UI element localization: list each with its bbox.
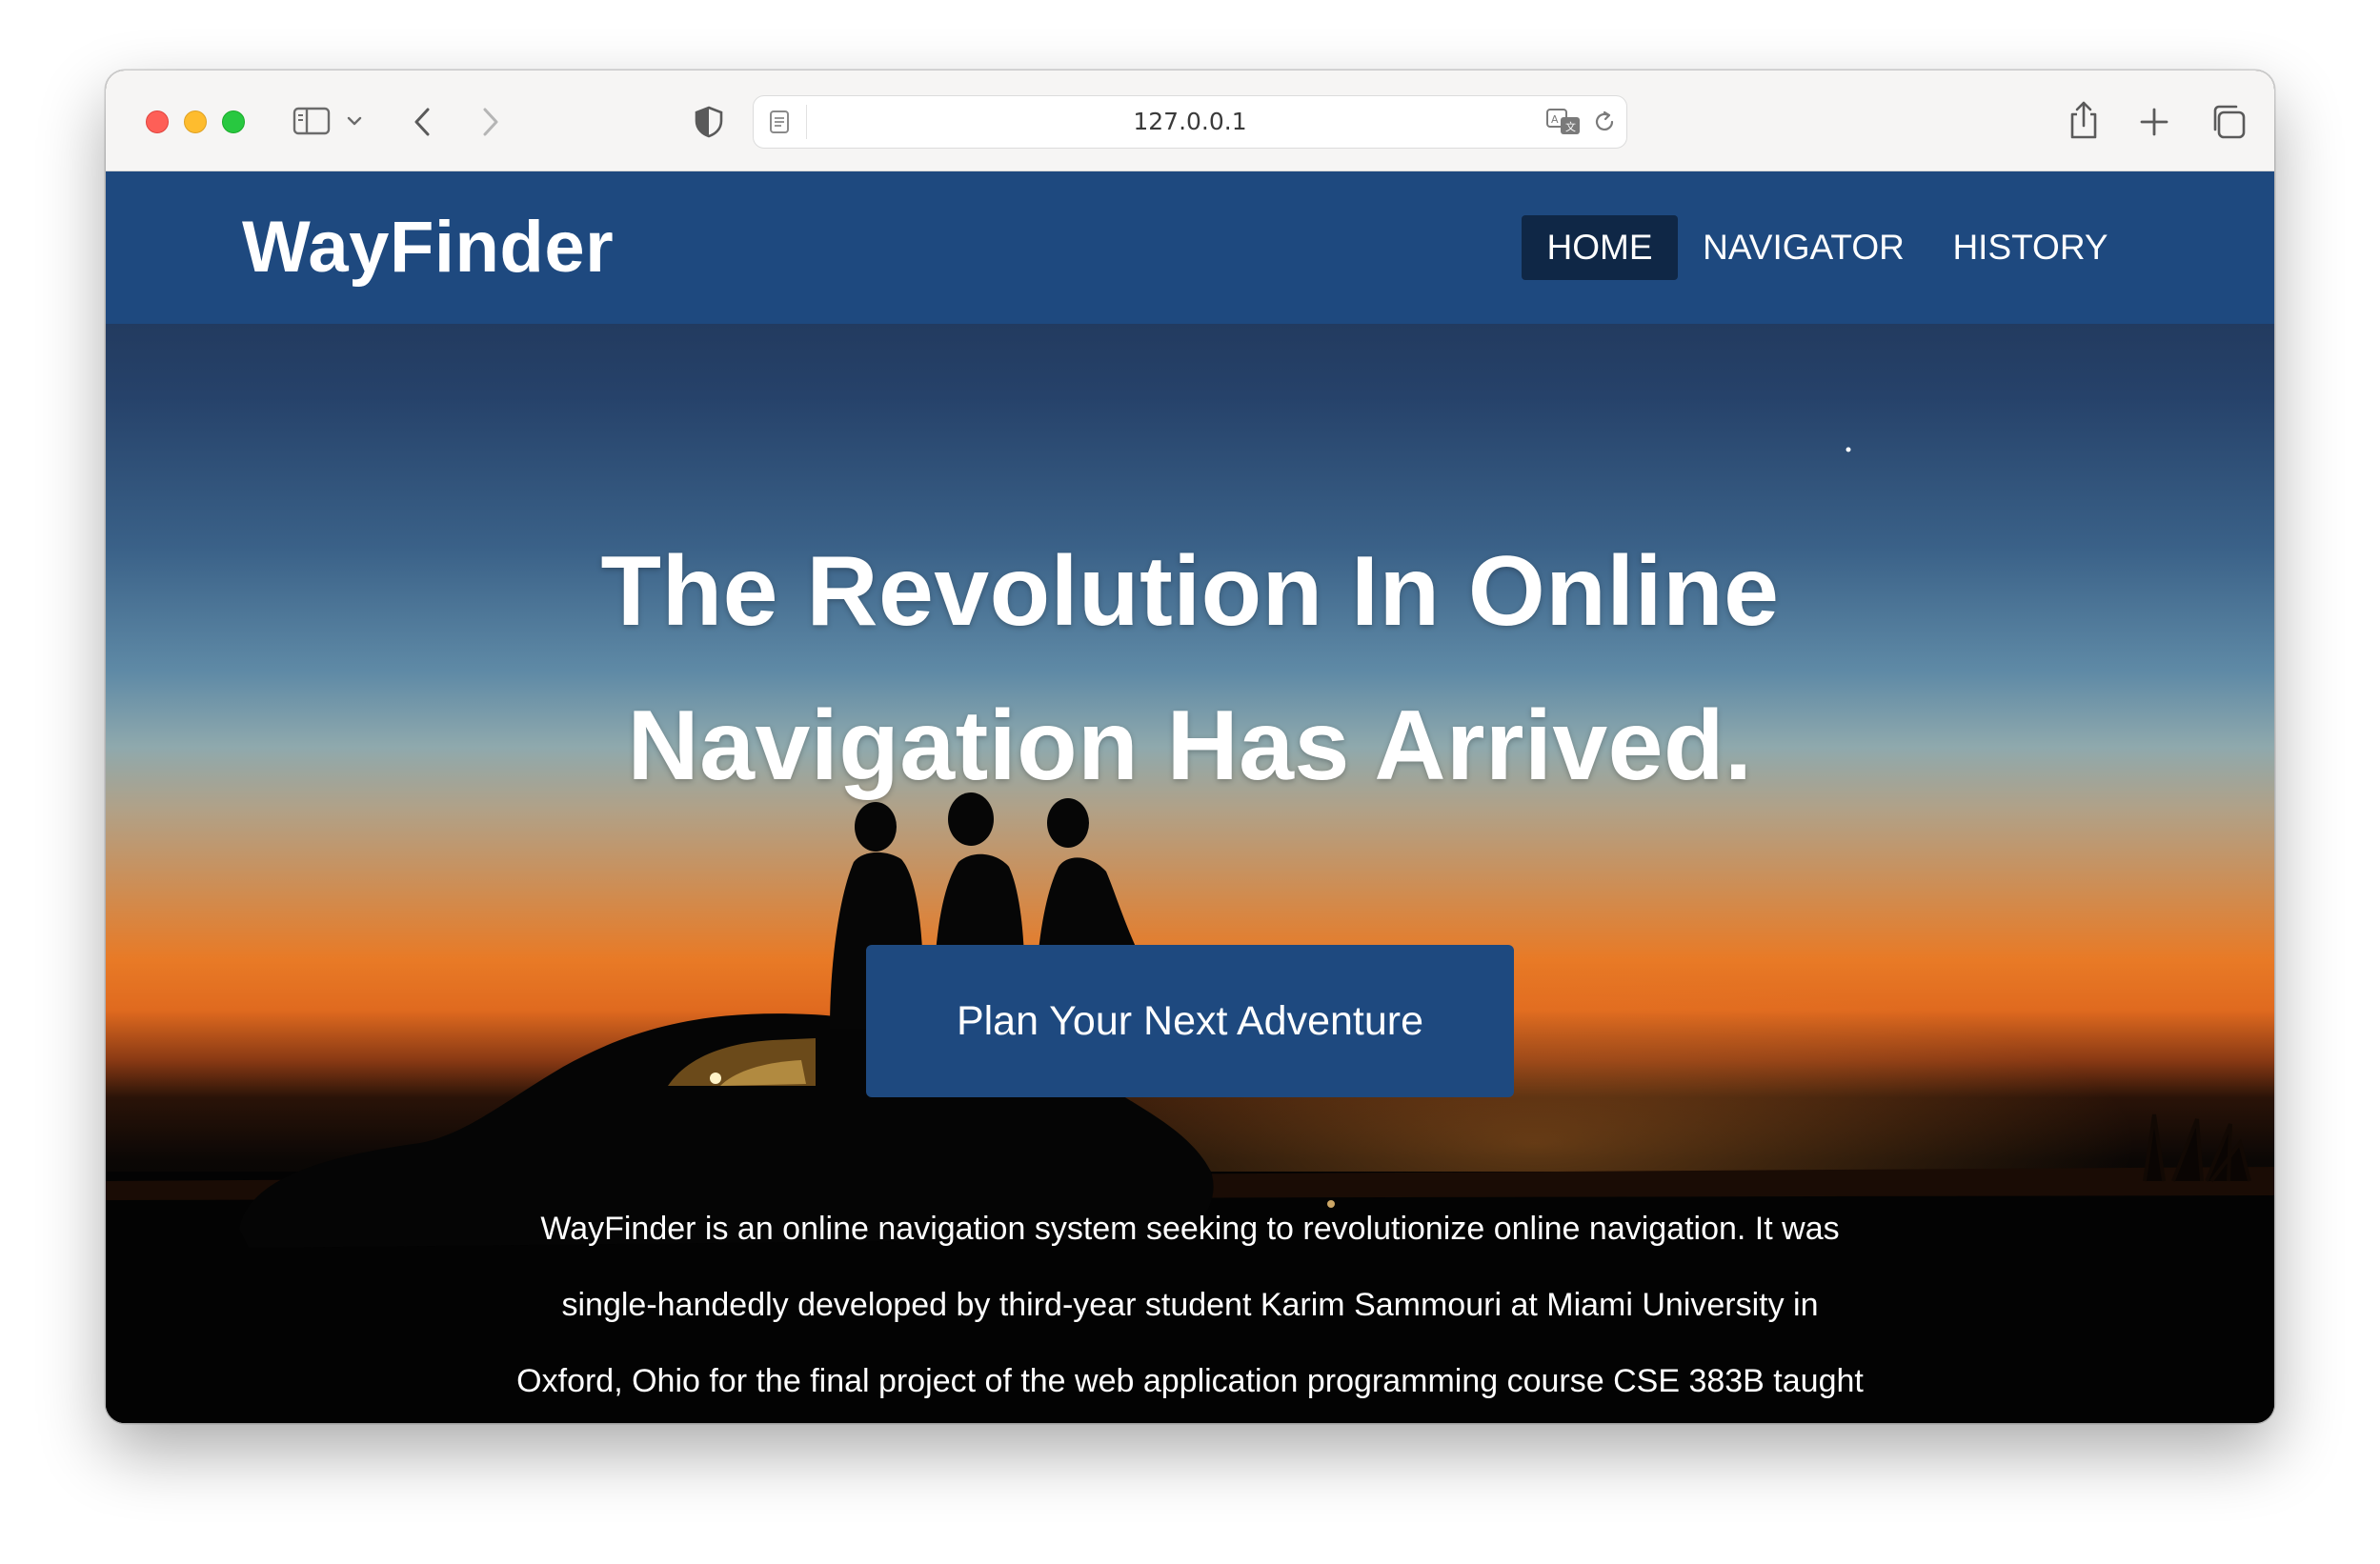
- web-page: WayFinder HOME NAVIGATOR HISTORY The Rev…: [106, 171, 2274, 1423]
- translate-icon[interactable]: A 文: [1545, 108, 1583, 136]
- shield-icon[interactable]: [694, 105, 724, 139]
- forward-icon[interactable]: [479, 105, 502, 139]
- tabs-overview-icon[interactable]: [2209, 103, 2248, 141]
- reload-icon[interactable]: [1592, 110, 1617, 134]
- sidebar-icon[interactable]: [292, 107, 331, 135]
- share-icon[interactable]: [2067, 99, 2101, 141]
- minimize-window-button[interactable]: [184, 110, 207, 133]
- plan-adventure-button[interactable]: Plan Your Next Adventure: [866, 945, 1514, 1097]
- svg-text:文: 文: [1565, 120, 1576, 133]
- intro-paragraph-line-2: single-handedly developed by third-year …: [561, 1287, 1819, 1323]
- intro-paragraph-line-1: WayFinder is an online navigation system…: [540, 1211, 1840, 1247]
- browser-window: 127.0.0.1 A 文 WayFinder HOME NAVIGATOR H…: [106, 70, 2274, 1423]
- nav-item-home[interactable]: HOME: [1522, 215, 1678, 280]
- hero-headline-line-2: Navigation Has Arrived.: [627, 691, 1753, 801]
- brand-logo[interactable]: WayFinder: [242, 202, 614, 293]
- close-window-button[interactable]: [146, 110, 169, 133]
- address-bar[interactable]: 127.0.0.1 A 文: [753, 95, 1627, 149]
- chevron-down-icon[interactable]: [346, 114, 363, 128]
- hero-headline-line-1: The Revolution In Online: [600, 536, 1780, 647]
- zoom-window-button[interactable]: [222, 110, 245, 133]
- nav-item-navigator[interactable]: NAVIGATOR: [1697, 215, 1910, 280]
- svg-text:A: A: [1551, 113, 1559, 126]
- site-navbar: WayFinder HOME NAVIGATOR HISTORY: [106, 171, 2274, 324]
- intro-paragraph-line-3: Oxford, Ohio for the final project of th…: [516, 1363, 1864, 1399]
- new-tab-icon[interactable]: [2139, 107, 2169, 137]
- browser-toolbar: 127.0.0.1 A 文: [106, 70, 2274, 171]
- url-text[interactable]: 127.0.0.1: [754, 96, 1626, 147]
- nav-item-history[interactable]: HISTORY: [1937, 215, 2124, 280]
- back-icon[interactable]: [411, 105, 434, 139]
